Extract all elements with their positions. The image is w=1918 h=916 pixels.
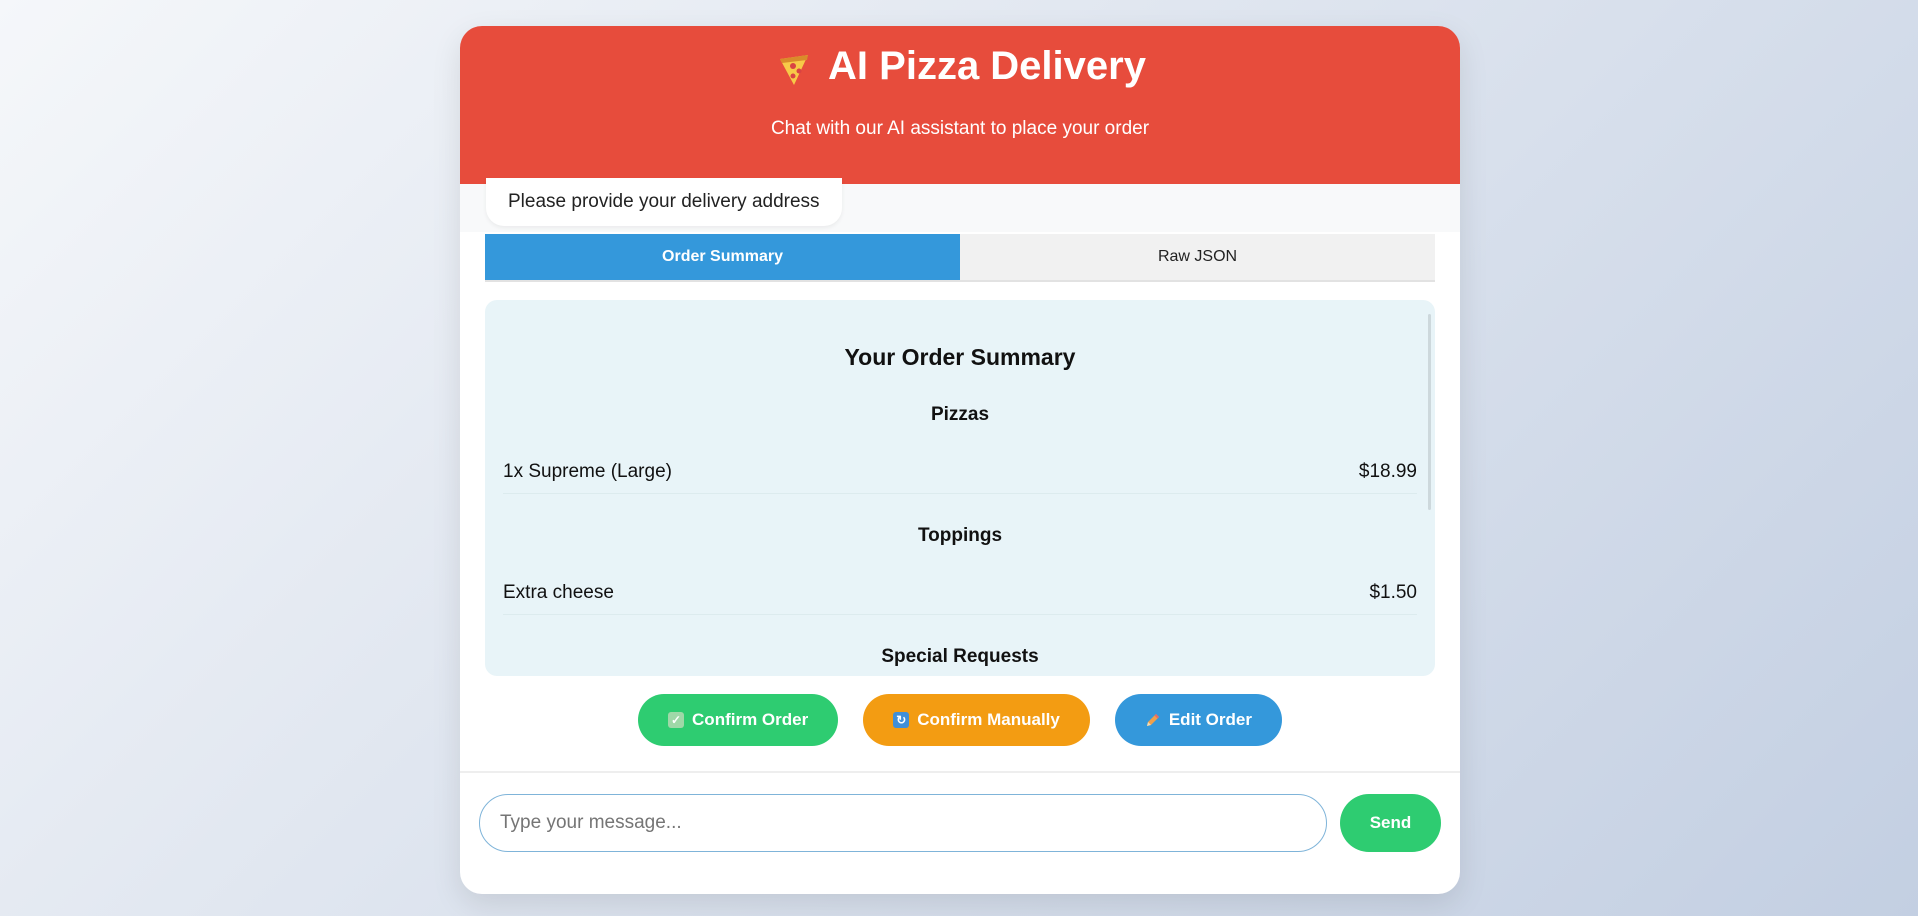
tab-order-summary[interactable]: Order Summary bbox=[485, 234, 960, 280]
refresh-icon: ↻ bbox=[893, 712, 910, 728]
tab-raw-json[interactable]: Raw JSON bbox=[960, 234, 1435, 280]
app-title-text: AI Pizza Delivery bbox=[828, 44, 1146, 88]
section-title-special-requests: Special Requests bbox=[881, 646, 1039, 667]
order-summary-panel: Your Order Summary Pizzas 1x Supreme (La… bbox=[485, 300, 1435, 676]
edit-order-button[interactable]: Edit Order bbox=[1114, 694, 1282, 746]
item-name: Extra cheese bbox=[503, 581, 614, 603]
bot-message: Please provide your delivery address bbox=[486, 178, 842, 226]
list-item: Extra cheese $1.50 bbox=[503, 571, 1417, 615]
app-window: AI Pizza Delivery Chat with our AI assis… bbox=[460, 26, 1460, 894]
confirm-manually-label: Confirm Manually bbox=[917, 710, 1060, 729]
item-name: 1x Supreme (Large) bbox=[503, 460, 672, 482]
confirm-manually-button[interactable]: ↻ Confirm Manually bbox=[863, 694, 1090, 746]
confirm-order-label: Confirm Order bbox=[692, 710, 809, 729]
pencil-icon bbox=[1145, 712, 1161, 728]
header: AI Pizza Delivery Chat with our AI assis… bbox=[460, 26, 1460, 184]
send-button[interactable]: Send bbox=[1340, 794, 1441, 852]
message-input-bar: Send bbox=[460, 771, 1460, 894]
summary-title: Your Order Summary bbox=[844, 344, 1076, 370]
section-title-toppings: Toppings bbox=[917, 525, 1003, 546]
item-price: $1.50 bbox=[1369, 581, 1417, 603]
summary-scroll-area[interactable]: Your Order Summary Pizzas 1x Supreme (La… bbox=[485, 300, 1435, 676]
scrollbar[interactable] bbox=[1428, 314, 1431, 510]
section-title-pizzas: Pizzas bbox=[930, 404, 990, 425]
page-title: AI Pizza Delivery bbox=[460, 36, 1460, 96]
checkbox-icon: ✓ bbox=[668, 712, 685, 728]
edit-order-label: Edit Order bbox=[1168, 710, 1252, 729]
tab-bar: Order Summary Raw JSON bbox=[485, 234, 1435, 282]
pizza-slice-icon bbox=[774, 46, 814, 86]
chat-messages: Please provide your delivery address bbox=[460, 178, 1460, 232]
confirm-order-button[interactable]: ✓ Confirm Order bbox=[638, 694, 839, 746]
header-subtitle: Chat with our AI assistant to place your… bbox=[770, 118, 1150, 139]
order-actions: ✓ Confirm Order ↻ Confirm Manually Edit … bbox=[460, 694, 1460, 746]
item-price: $18.99 bbox=[1358, 460, 1417, 482]
message-input[interactable] bbox=[479, 794, 1327, 852]
list-item: 1x Supreme (Large) $18.99 bbox=[503, 450, 1417, 494]
